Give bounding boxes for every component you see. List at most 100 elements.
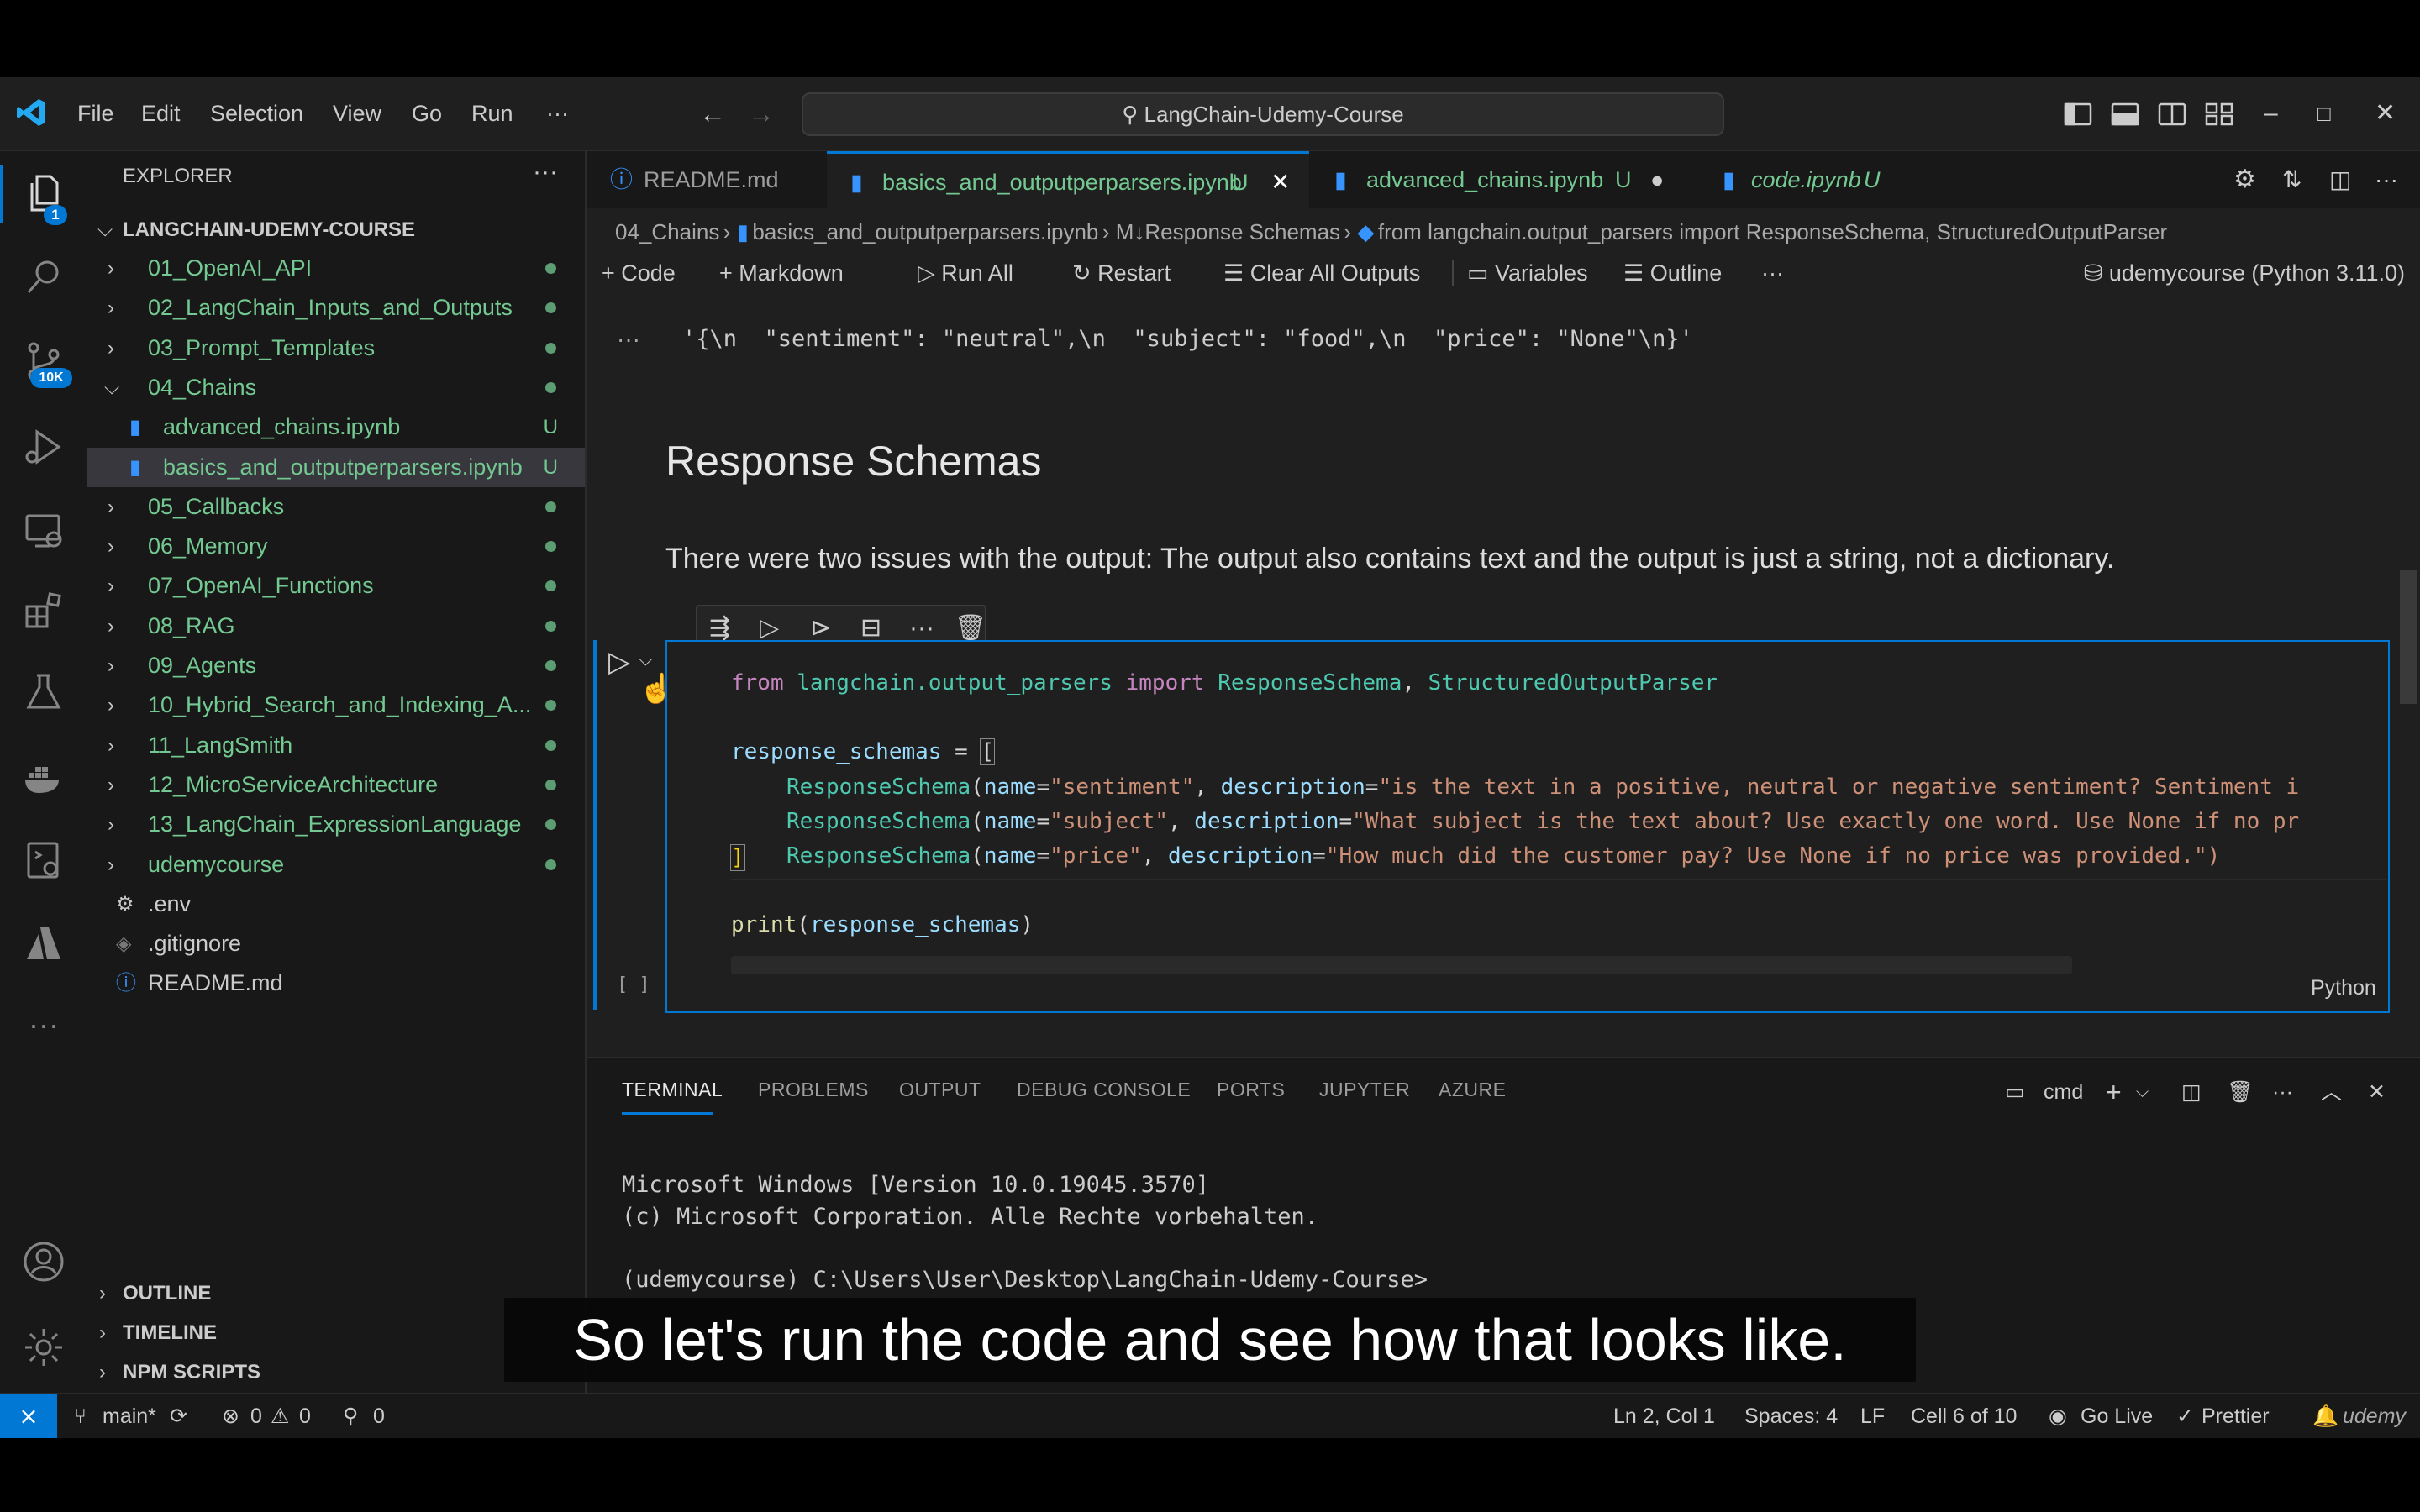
menu-selection[interactable]: Selection xyxy=(210,77,303,150)
remote-connection-icon[interactable] xyxy=(22,838,66,882)
menu-file[interactable]: File xyxy=(77,77,114,150)
outline-button[interactable]: ☰ Outline xyxy=(1623,254,1722,292)
maximize-panel-icon[interactable]: ︿ xyxy=(2321,1075,2342,1109)
breadcrumb-section[interactable]: M↓Response Schemas xyxy=(1116,219,1340,244)
split-editor-icon[interactable]: ◫ xyxy=(2329,151,2351,208)
account-icon[interactable] xyxy=(22,1240,66,1284)
settings-gear-icon[interactable] xyxy=(22,1326,66,1369)
tree-item[interactable]: › udemycourse xyxy=(87,845,585,885)
split-terminal-icon[interactable]: ◫ xyxy=(2181,1075,2202,1109)
tree-item[interactable]: ▮ advanced_chains.ipynb U xyxy=(87,407,585,447)
tree-item[interactable]: › 13_LangChain_ExpressionLanguage xyxy=(87,805,585,844)
tree-item[interactable]: › 06_Memory xyxy=(87,527,585,566)
clear-outputs-button[interactable]: ☰ Clear All Outputs xyxy=(1223,254,1420,292)
tab-basics-notebook[interactable]: ▮ basics_and_outputperparsers.ipynb U ✕ xyxy=(827,151,1309,211)
breadcrumb-cell[interactable]: from langchain.output_parsers import Res… xyxy=(1378,219,2167,244)
tab-readme[interactable]: ⓘ README.md xyxy=(587,151,825,208)
toolbar-more-icon[interactable]: ··· xyxy=(1761,254,1784,292)
panel-tab-ports[interactable]: PORTS xyxy=(1217,1079,1285,1101)
tree-item[interactable]: ◈ .gitignore xyxy=(87,924,585,963)
add-code-button[interactable]: + Code xyxy=(602,254,676,292)
cell-indicator[interactable]: Cell 6 of 10 xyxy=(1911,1394,2017,1438)
tree-item[interactable]: ⓘ README.md xyxy=(87,963,585,1003)
go-live-button[interactable]: Go Live xyxy=(2081,1394,2153,1438)
close-window-button[interactable]: ✕ xyxy=(2375,77,2396,150)
tree-item[interactable]: ▮ basics_and_outputperparsers.ipynb U xyxy=(87,447,585,487)
remote-indicator-icon[interactable]: ⨯ xyxy=(0,1394,57,1438)
error-count[interactable]: 0 xyxy=(250,1394,262,1438)
editor-scrollbar[interactable] xyxy=(2400,570,2417,704)
sync-icon[interactable]: ⟳ xyxy=(170,1394,187,1438)
explorer-more-icon[interactable]: ··· xyxy=(533,158,558,186)
tree-item[interactable]: ⚙ .env xyxy=(87,885,585,924)
output-more-icon[interactable]: ··· xyxy=(617,326,640,353)
git-branch[interactable]: main* xyxy=(103,1394,156,1438)
project-root[interactable]: ⌵ LANGCHAIN-UDEMY-COURSE xyxy=(87,210,585,249)
tab-code-notebook[interactable]: ▮ code.ipynb U xyxy=(1699,151,1951,208)
minimize-button[interactable]: – xyxy=(2264,77,2278,150)
menu-view[interactable]: View xyxy=(333,77,381,150)
tree-item[interactable]: › 11_LangSmith xyxy=(87,726,585,765)
cursor-position[interactable]: Ln 2, Col 1 xyxy=(1613,1394,1715,1438)
tab-advanced-chains[interactable]: ▮ advanced_chains.ipynb U ● xyxy=(1311,151,1697,208)
tree-item[interactable]: › 08_RAG xyxy=(87,606,585,646)
panel-tab-terminal[interactable]: TERMINAL xyxy=(622,1079,723,1101)
restart-button[interactable]: ↻ Restart xyxy=(1072,254,1171,292)
tree-item[interactable]: › 10_Hybrid_Search_and_Indexing_A... xyxy=(87,685,585,725)
indentation[interactable]: Spaces: 4 xyxy=(1744,1394,1838,1438)
remote-explorer-icon[interactable] xyxy=(22,509,66,553)
compare-changes-icon[interactable]: ⇅ xyxy=(2282,151,2302,208)
line-ending[interactable]: LF xyxy=(1860,1394,1885,1438)
warning-count[interactable]: 0 xyxy=(299,1394,311,1438)
tree-item[interactable]: › 03_Prompt_Templates xyxy=(87,328,585,368)
execute-cell-icon[interactable]: ▷ xyxy=(608,645,630,679)
code-cell[interactable]: from langchain.output_parsers import Res… xyxy=(666,640,2390,1013)
vscode-logo-icon[interactable] xyxy=(15,96,49,129)
tree-item[interactable]: › 02_LangChain_Inputs_and_Outputs xyxy=(87,288,585,328)
azure-icon[interactable] xyxy=(22,922,66,966)
menu-run[interactable]: Run xyxy=(471,77,513,150)
more-icon[interactable]: ··· xyxy=(22,1003,66,1047)
panel-tab-debug-console[interactable]: DEBUG CONSOLE xyxy=(1017,1079,1191,1101)
forward-arrow-icon[interactable]: → xyxy=(748,77,775,150)
tree-item[interactable]: › 05_Callbacks xyxy=(87,487,585,527)
maximize-button[interactable]: □ xyxy=(2317,77,2331,150)
panel-tab-jupyter[interactable]: JUPYTER xyxy=(1319,1079,1410,1101)
ports-count[interactable]: 0 xyxy=(373,1394,385,1438)
command-center-search[interactable]: ⚲ LangChain-Udemy-Course xyxy=(802,92,1724,136)
tree-item[interactable]: › 12_MicroServiceArchitecture xyxy=(87,765,585,805)
panel-tab-output[interactable]: OUTPUT xyxy=(899,1079,981,1101)
testing-icon[interactable] xyxy=(22,670,66,714)
gear-icon[interactable]: ⚙ xyxy=(2233,151,2256,208)
close-tab-icon[interactable]: ✕ xyxy=(1270,154,1290,211)
chevron-down-icon[interactable]: ⌵ xyxy=(639,648,653,670)
variables-button[interactable]: ▭ Variables xyxy=(1467,254,1588,292)
horizontal-scrollbar[interactable] xyxy=(731,956,2072,974)
panel-tab-azure[interactable]: AZURE xyxy=(1439,1079,1506,1101)
extensions-icon[interactable] xyxy=(22,588,66,632)
run-debug-icon[interactable] xyxy=(22,425,66,469)
tree-item[interactable]: › 01_OpenAI_API xyxy=(87,249,585,288)
tree-item[interactable]: › 09_Agents xyxy=(87,646,585,685)
search-sidebar-icon[interactable] xyxy=(22,255,66,299)
tree-item[interactable]: › 07_OpenAI_Functions xyxy=(87,566,585,606)
cell-language-label[interactable]: Python xyxy=(2311,976,2376,1000)
close-panel-icon[interactable]: ✕ xyxy=(2368,1075,2386,1109)
kernel-picker[interactable]: ⛁ udemycourse (Python 3.11.0) xyxy=(1797,254,2405,292)
menu-edit[interactable]: Edit xyxy=(141,77,181,150)
chevron-down-icon[interactable]: ⌵ xyxy=(2136,1075,2149,1109)
docker-icon[interactable] xyxy=(22,756,66,800)
shell-name[interactable]: cmd xyxy=(2044,1075,2083,1109)
more-actions-icon[interactable]: ··· xyxy=(2375,151,2398,208)
menu-go[interactable]: Go xyxy=(412,77,442,150)
new-terminal-icon[interactable]: + xyxy=(2106,1075,2122,1109)
prettier-button[interactable]: Prettier xyxy=(2202,1394,2270,1438)
menu-more[interactable]: ··· xyxy=(546,77,569,150)
trash-icon[interactable]: 🗑 xyxy=(2227,1075,2254,1109)
breadcrumb-file[interactable]: basics_and_outputperparsers.ipynb xyxy=(752,219,1098,244)
back-arrow-icon[interactable]: ← xyxy=(699,77,726,150)
run-all-button[interactable]: ▷ Run All xyxy=(918,254,1013,292)
add-markdown-button[interactable]: + Markdown xyxy=(719,254,844,292)
breadcrumb-folder[interactable]: 04_Chains xyxy=(615,219,719,244)
bell-icon[interactable]: 🔔 xyxy=(2312,1394,2338,1438)
